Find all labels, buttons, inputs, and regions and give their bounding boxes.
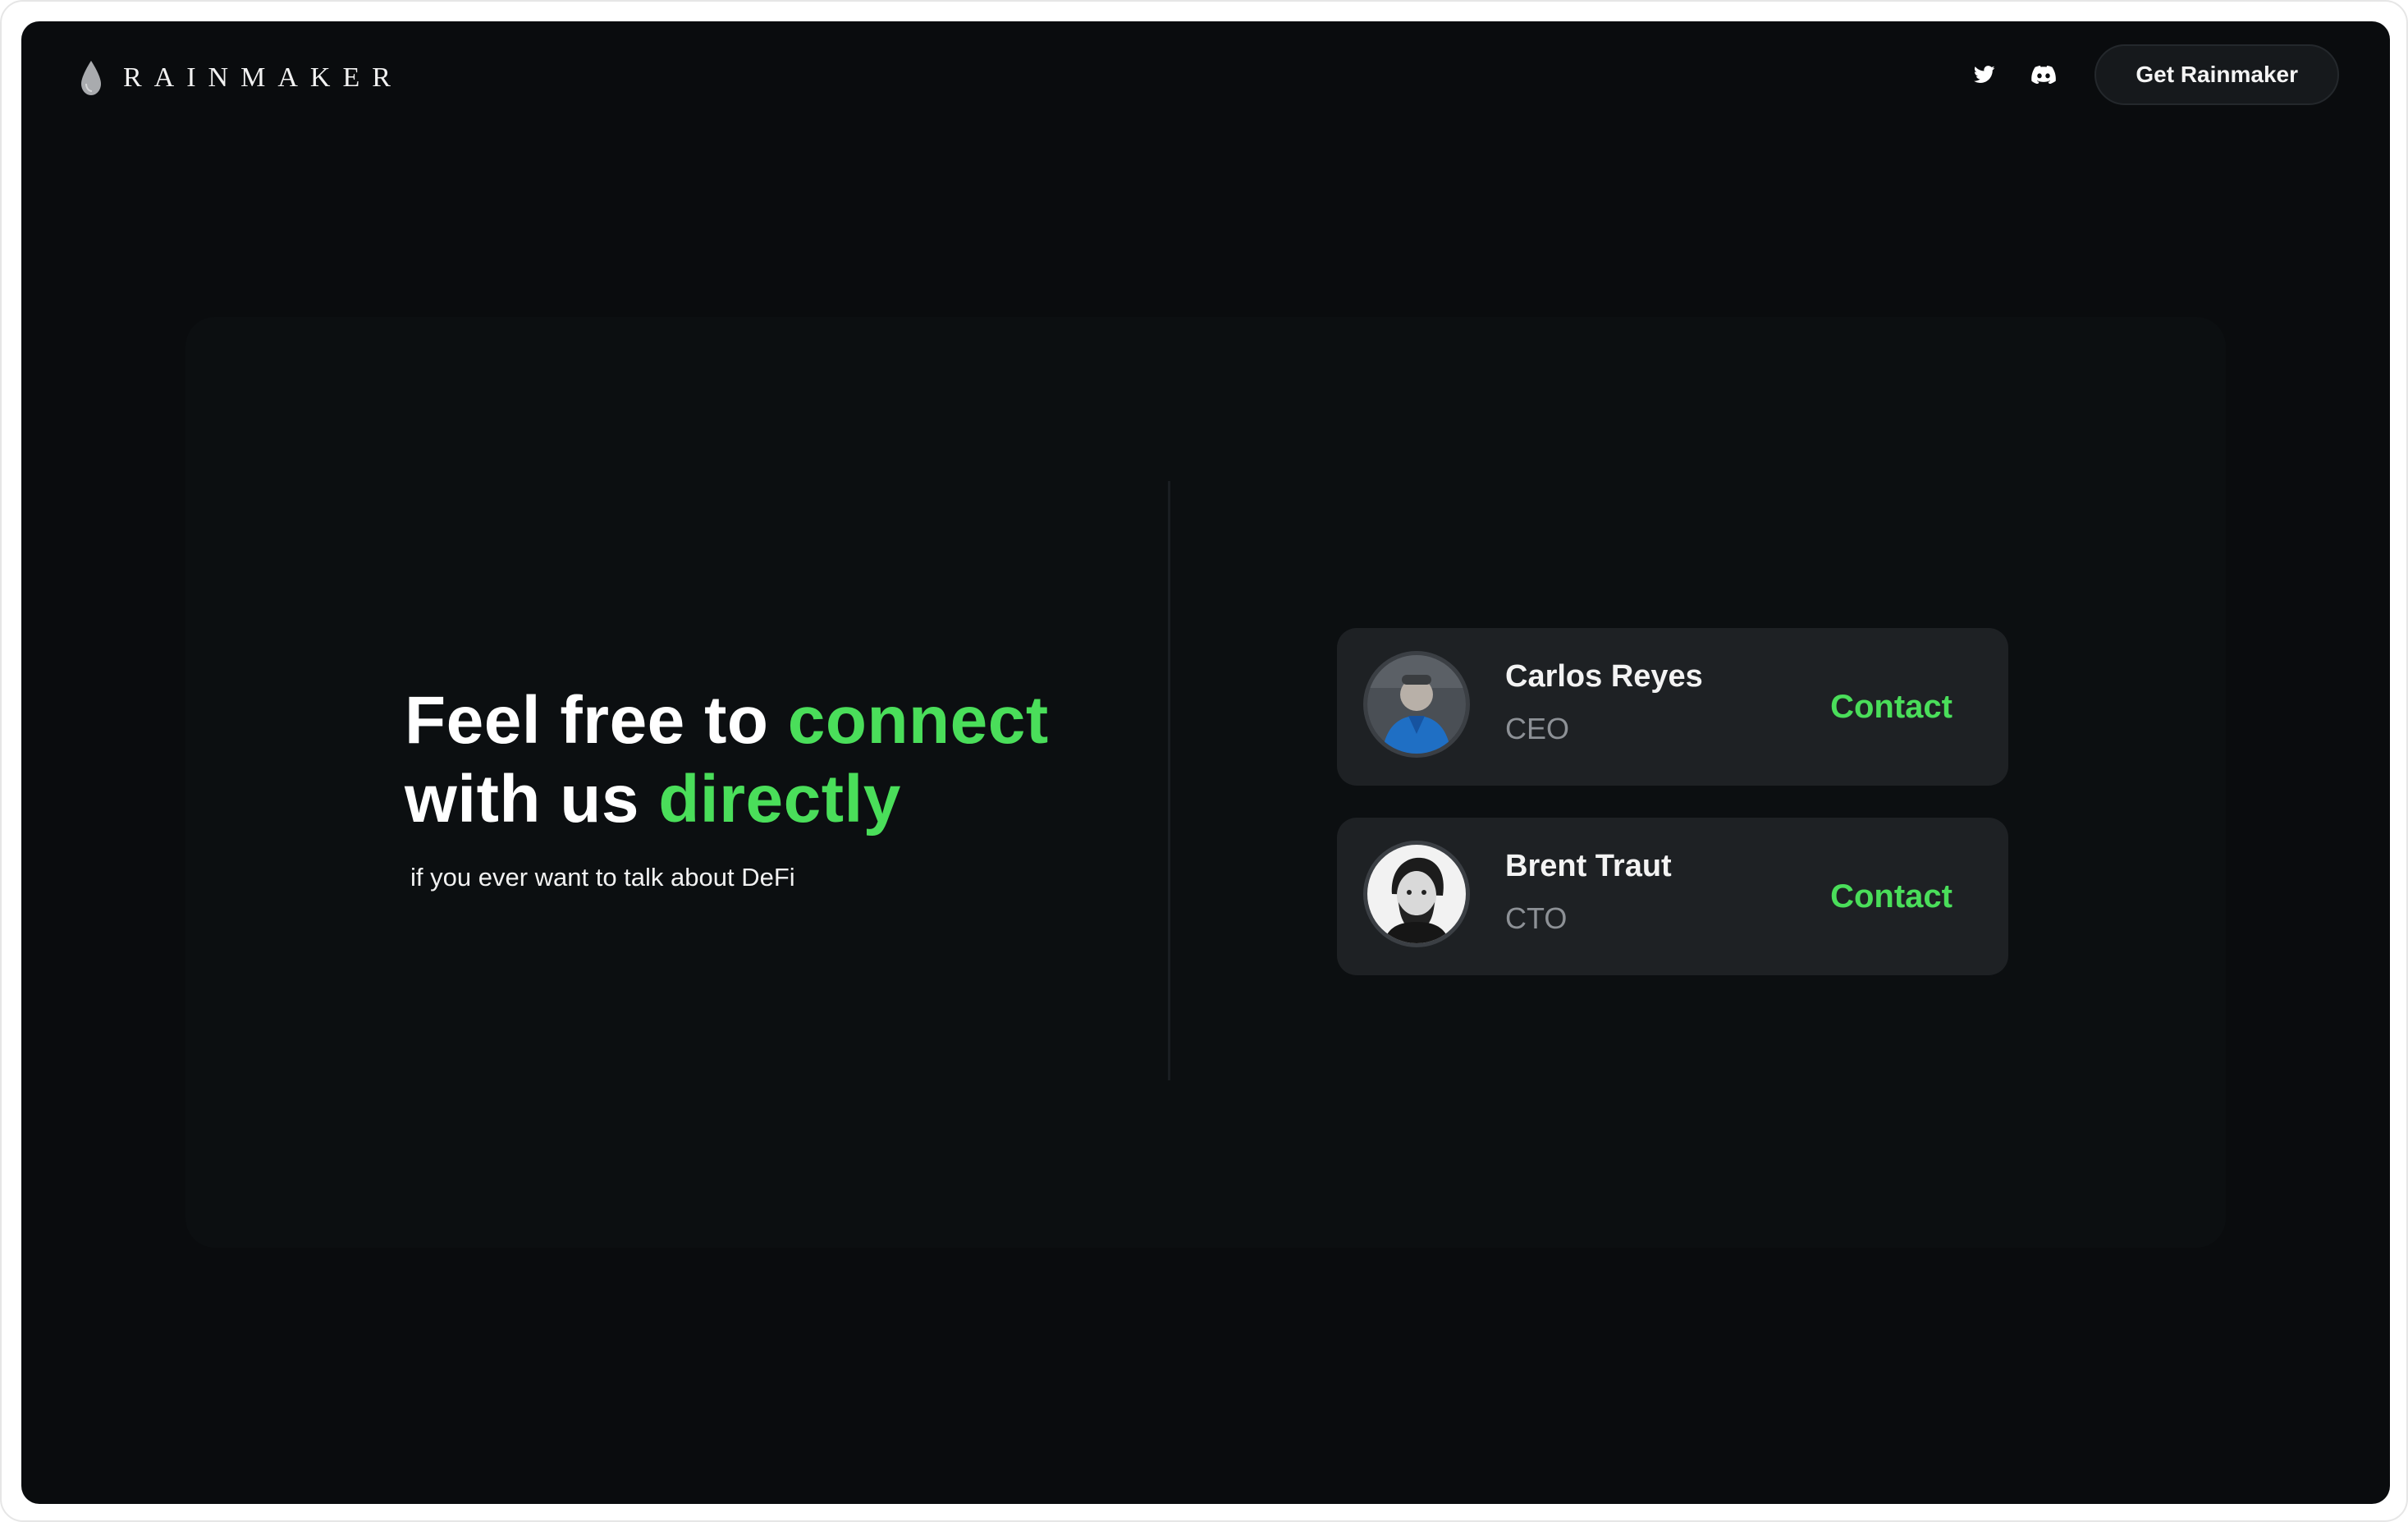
team-card-ceo: Carlos Reyes CEO Contact [1337,628,2008,786]
contact-link-cto[interactable]: Contact [1830,878,1952,915]
headline-text-2: with us [405,762,659,837]
person-role: CTO [1505,901,1568,935]
browser-frame: RAINMAKER Get Rainmaker Feel free to con… [0,0,2408,1522]
hero-headline: Feel free to connect with us directly [405,681,1143,839]
raindrop-icon [81,61,101,95]
avatar [1363,651,1470,758]
person-role: CEO [1505,712,1570,745]
page-window: RAINMAKER Get Rainmaker Feel free to con… [21,21,2390,1504]
person-photo-cto [1367,845,1466,943]
headline-highlight-directly: directly [658,762,901,837]
get-rainmaker-button[interactable]: Get Rainmaker [2094,44,2339,105]
vertical-divider [1168,481,1170,1080]
brand-logo[interactable]: RAINMAKER [79,57,403,99]
headline-highlight-connect: connect [787,683,1049,758]
hero-subtext: if you ever want to talk about DeFi [410,863,795,892]
headline-text-1: Feel free to [405,683,788,758]
twitter-icon[interactable] [1966,57,2003,93]
contact-panel: Feel free to connect with us directly if… [185,317,2226,1248]
person-photo-ceo [1367,655,1466,754]
person-name: Carlos Reyes [1505,659,1703,694]
person-name: Brent Traut [1505,849,1672,883]
avatar [1363,841,1470,947]
discord-icon[interactable] [2026,57,2062,93]
brand-name: RAINMAKER [123,62,403,93]
team-card-cto: Brent Traut CTO Contact [1337,818,2008,975]
contact-link-ceo[interactable]: Contact [1830,689,1952,726]
header-nav: Get Rainmaker [1966,44,2339,105]
